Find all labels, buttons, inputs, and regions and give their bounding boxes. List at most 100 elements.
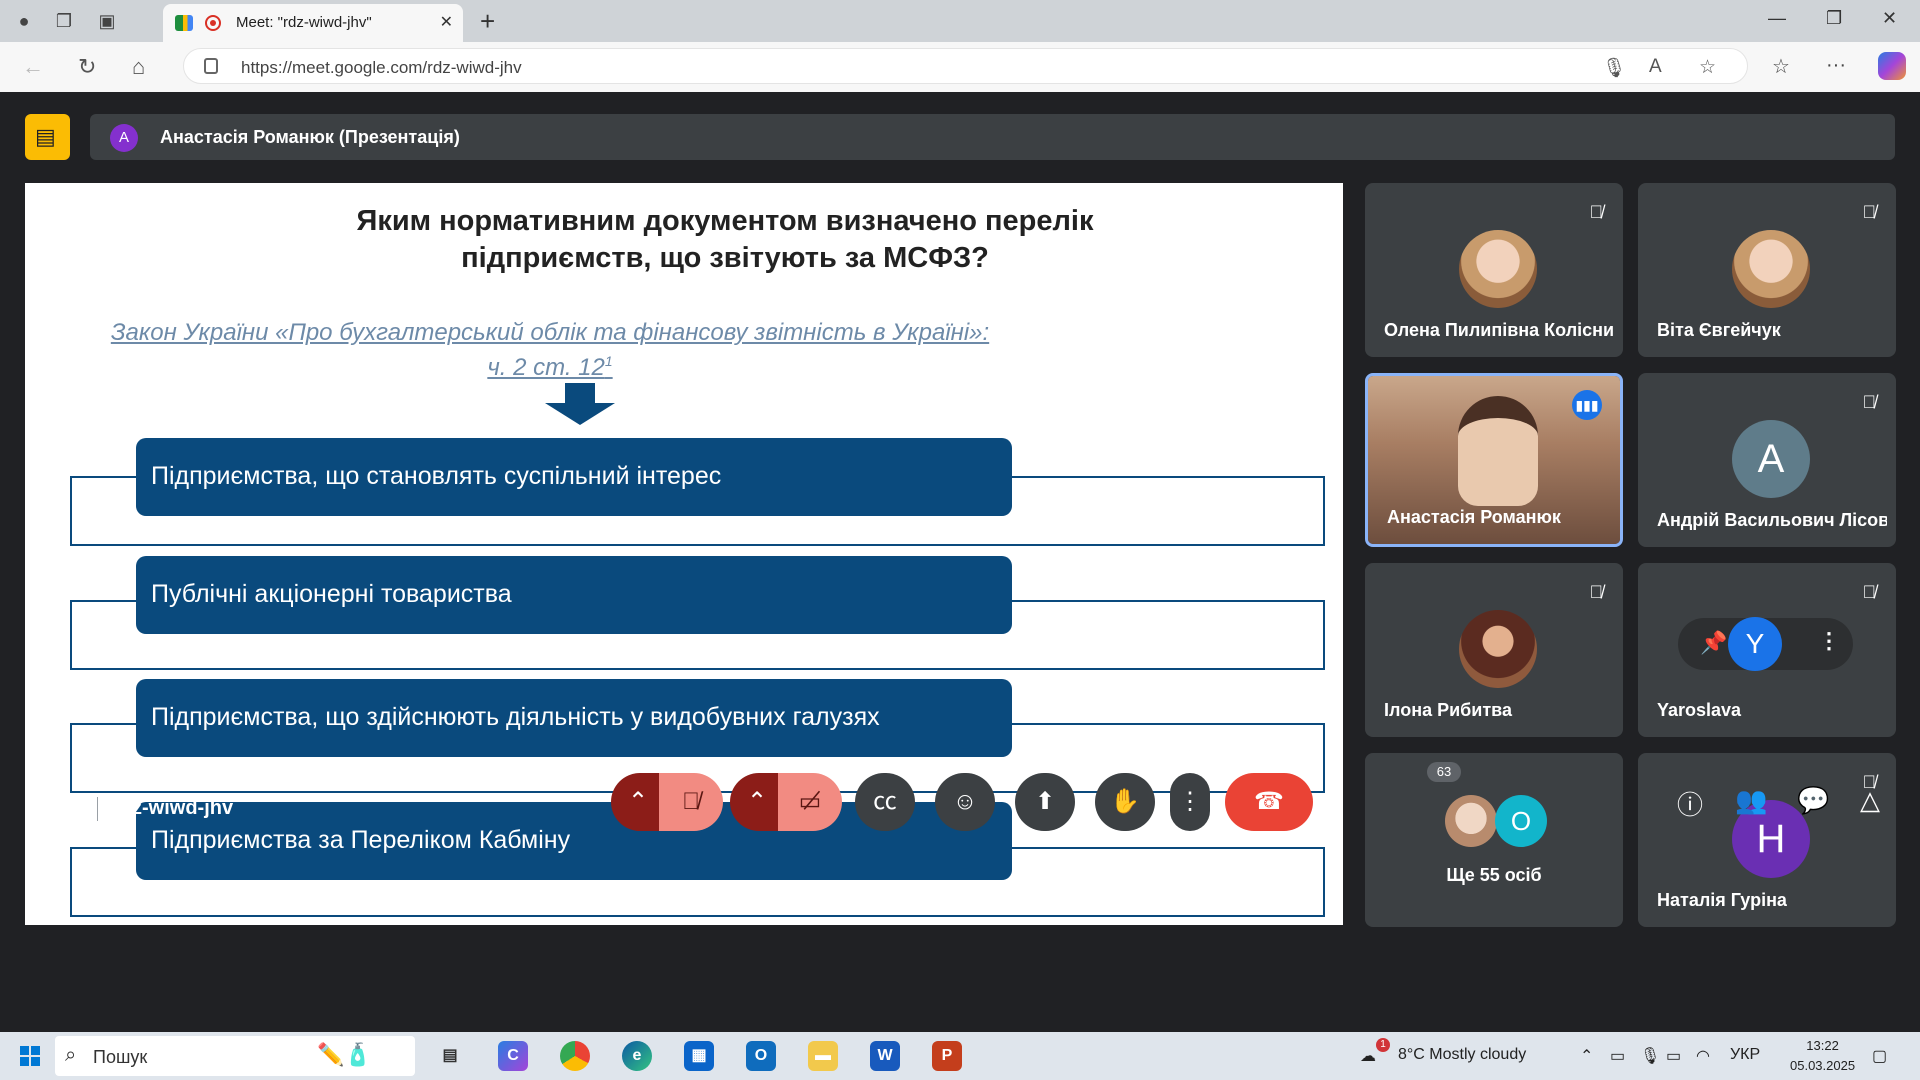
taskbar-search[interactable]: ⌕ Пошук ✏️🧴 xyxy=(55,1036,415,1076)
speaking-indicator-icon: ▮▮▮ xyxy=(1572,390,1602,420)
slide-item: Підприємства, що здійснюють діяльність у… xyxy=(136,679,1012,757)
participant-name: Ілона Рибитва xyxy=(1384,700,1512,720)
wifi-icon[interactable]: ◠ xyxy=(1696,1046,1710,1066)
copilot-icon[interactable] xyxy=(1878,52,1906,80)
read-aloud-icon[interactable]: A xyxy=(1649,56,1662,78)
recording-icon xyxy=(205,15,221,31)
tray-chevron-up-icon[interactable]: ⌃ xyxy=(1580,1046,1593,1066)
tab-actions-icon[interactable]: ▣ xyxy=(95,9,119,33)
word-icon[interactable]: W xyxy=(870,1041,900,1071)
activities-icon[interactable]: △ xyxy=(1860,785,1880,816)
slide-item-text: Підприємства, що здійснюють діяльність у… xyxy=(151,703,880,731)
chat-icon[interactable]: 💬 xyxy=(1797,785,1829,816)
presenter-label: Анастасія Романюк (Презентація) xyxy=(160,127,460,147)
more-options-icon[interactable]: ⋮ xyxy=(1818,628,1840,654)
hand-icon: ✋ xyxy=(1110,788,1140,815)
chevron-up-icon: ⌃ xyxy=(627,788,649,815)
video-options-button[interactable]: ⌃ xyxy=(730,773,784,831)
microphone-icon[interactable]: 🎙 xyxy=(1602,56,1626,80)
restore-icon[interactable]: ❐ xyxy=(1826,8,1842,29)
clock-date: 05.03.2025 xyxy=(1790,1058,1856,1073)
participant-name: Yaroslava xyxy=(1657,700,1742,720)
weather-icon[interactable]: ☁ xyxy=(1360,1046,1376,1066)
law-reference: Закон України «Про бухгалтерський облік … xyxy=(105,318,995,382)
reactions-button[interactable]: ☺ xyxy=(935,773,995,831)
search-highlight-icon: ✏️🧴 xyxy=(317,1042,372,1067)
presenter-avatar: A xyxy=(110,124,138,152)
minimize-icon[interactable]: — xyxy=(1768,8,1786,29)
workspaces-icon[interactable]: ❐ xyxy=(52,9,76,33)
tab-close-icon[interactable]: ✕ xyxy=(440,12,453,32)
participant-tile[interactable]: 🎙̸ Ілона Рибитва xyxy=(1365,563,1623,737)
avatar: A xyxy=(1732,420,1810,498)
law-line-1: Закон України «Про бухгалтерський облік … xyxy=(110,319,990,346)
camera-toggle-button[interactable]: ▭̸ xyxy=(778,773,842,831)
divider xyxy=(97,797,98,821)
raise-hand-button[interactable]: ✋ xyxy=(1095,773,1155,831)
task-view-icon[interactable]: ▤ xyxy=(435,1041,465,1071)
browser-tab-bar: ● ❐ ▣ Meet: "rdz-wiwd-jhv" ✕ + — ❐ ✕ xyxy=(0,0,1920,42)
participant-tile[interactable]: 🎙̸ 📌 Y ⋮ Yaroslava xyxy=(1638,563,1896,737)
mic-off-icon: 🎙̸ xyxy=(1589,202,1604,222)
windows-start-icon[interactable] xyxy=(20,1046,40,1066)
meeting-info-icon[interactable]: ⓘ xyxy=(1677,785,1703,822)
participant-tile-active-speaker[interactable]: ▮▮▮ Анастасія Романюк xyxy=(1365,373,1623,547)
site-info-icon[interactable] xyxy=(204,58,218,74)
new-tab-icon[interactable]: + xyxy=(480,6,495,37)
avatar xyxy=(1732,230,1810,308)
clock-time: 13:22 xyxy=(1806,1038,1839,1053)
settings-more-icon[interactable]: ··· xyxy=(1826,54,1846,77)
people-icon[interactable]: 👥 xyxy=(1735,785,1767,816)
slide-title: Яким нормативним документом визначено пе… xyxy=(275,203,1175,277)
mic-tray-icon[interactable]: 🎙 xyxy=(1640,1046,1660,1066)
more-options-button[interactable]: ⋮ xyxy=(1170,773,1210,831)
copilot-app-icon[interactable]: C xyxy=(498,1041,528,1071)
reload-icon[interactable]: ↻ xyxy=(78,54,96,80)
end-call-icon: ☎ xyxy=(1254,788,1284,815)
participant-tile[interactable]: 🎙̸ Віта Євгейчук xyxy=(1638,183,1896,357)
more-participants-label: Ще 55 осіб xyxy=(1446,865,1542,885)
leave-call-button[interactable]: ☎ xyxy=(1225,773,1313,831)
profile-icon[interactable]: ● xyxy=(12,9,36,33)
powerpoint-icon[interactable]: P xyxy=(932,1041,962,1071)
tab-title: Meet: "rdz-wiwd-jhv" xyxy=(236,14,372,31)
more-participants-tile[interactable]: O Ще 55 осіб xyxy=(1365,753,1623,927)
favorites-icon[interactable]: ☆ xyxy=(1772,54,1790,79)
participant-name: Наталія Гуріна xyxy=(1657,890,1787,910)
law-superscript: 1 xyxy=(604,353,613,369)
participant-tile[interactable]: A 🎙̸ Андрій Васильович Лісовий xyxy=(1638,373,1896,547)
favorite-star-icon[interactable]: ☆ xyxy=(1699,56,1716,79)
meet-tray-icon[interactable]: ▭ xyxy=(1610,1046,1625,1066)
mic-off-icon: 🎙̸ xyxy=(1862,392,1877,412)
participant-tile[interactable]: 🎙̸ Олена Пилипівна Колісник xyxy=(1365,183,1623,357)
mic-off-icon: 🎙̸ xyxy=(1589,582,1604,602)
chrome-icon[interactable] xyxy=(560,1041,590,1071)
outlook-icon[interactable]: O xyxy=(746,1041,776,1071)
presentation-badge[interactable]: ▤ xyxy=(25,114,70,160)
audio-options-button[interactable]: ⌃ xyxy=(611,773,665,831)
present-button[interactable]: ⬆ xyxy=(1015,773,1075,831)
weather-text[interactable]: 8°C Mostly cloudy xyxy=(1398,1046,1526,1064)
participant-tile[interactable]: Н 🎙̸ Наталія Гуріна xyxy=(1638,753,1896,927)
window-close-icon[interactable]: ✕ xyxy=(1882,8,1897,29)
home-icon[interactable]: ⌂ xyxy=(132,54,145,80)
file-explorer-icon[interactable]: ▬ xyxy=(808,1041,838,1071)
more-vert-icon: ⋮ xyxy=(1178,788,1202,815)
browser-tab[interactable]: Meet: "rdz-wiwd-jhv" ✕ xyxy=(163,4,463,42)
battery-icon[interactable]: ▭ xyxy=(1666,1046,1681,1066)
slide-item-text: Підприємства за Переліком Кабміну xyxy=(151,826,571,854)
url-field[interactable]: https://meet.google.com/rdz-wiwd-jhv 🎙 A… xyxy=(183,48,1748,84)
pin-icon[interactable]: 📌 xyxy=(1700,630,1727,656)
camera-off-icon: ▭̸ xyxy=(798,788,822,815)
edge-icon[interactable]: e xyxy=(622,1041,652,1071)
back-icon[interactable]: ← xyxy=(22,54,44,80)
language-indicator[interactable]: УКР xyxy=(1730,1046,1760,1064)
store-icon[interactable]: ▦ xyxy=(684,1041,714,1071)
mic-toggle-button[interactable]: 🎙̸ xyxy=(659,773,723,831)
search-icon: ⌕ xyxy=(65,1044,77,1066)
participant-name: Анастасія Романюк xyxy=(1387,507,1561,527)
notifications-icon[interactable]: ▢ xyxy=(1872,1046,1887,1066)
presentation-off-icon: ▤ xyxy=(35,124,56,149)
taskbar-clock[interactable]: 13:22 05.03.2025 xyxy=(1790,1036,1855,1076)
captions-button[interactable]: ㏄ xyxy=(855,773,915,831)
